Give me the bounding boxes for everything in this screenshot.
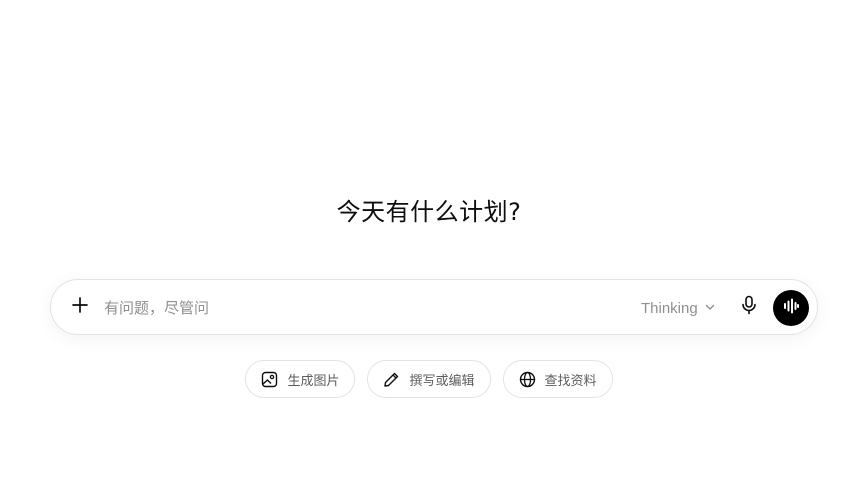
pencil-icon xyxy=(383,371,400,388)
dictate-button[interactable] xyxy=(735,293,763,321)
chevron-down-icon xyxy=(704,300,716,317)
suggestion-search[interactable]: 查找资料 xyxy=(502,360,613,398)
globe-icon xyxy=(519,371,536,388)
prompt-input[interactable] xyxy=(104,294,624,322)
voice-waveform-icon xyxy=(782,297,800,319)
microphone-icon xyxy=(740,295,758,319)
model-selector[interactable]: Thinking xyxy=(641,294,716,322)
suggestion-create-image[interactable]: 生成图片 xyxy=(245,360,356,398)
voice-mode-button[interactable] xyxy=(773,290,809,326)
suggestion-label: 生成图片 xyxy=(287,373,340,389)
plus-icon xyxy=(71,296,89,318)
image-icon xyxy=(261,371,278,388)
model-selector-label: Thinking xyxy=(641,299,698,317)
suggestion-write-edit[interactable]: 撰写或编辑 xyxy=(367,360,491,398)
suggestion-label: 撰写或编辑 xyxy=(409,373,475,389)
add-attachment-button[interactable] xyxy=(65,292,95,322)
prompt-composer: Thinking xyxy=(50,279,818,335)
suggestion-chips: 生成图片 撰写或编辑 查找资料 xyxy=(0,360,858,398)
page-title: 今天有什么计划? xyxy=(336,198,522,226)
suggestion-label: 查找资料 xyxy=(544,373,597,389)
new-chat-page: 今天有什么计划? Thinking xyxy=(0,0,858,494)
